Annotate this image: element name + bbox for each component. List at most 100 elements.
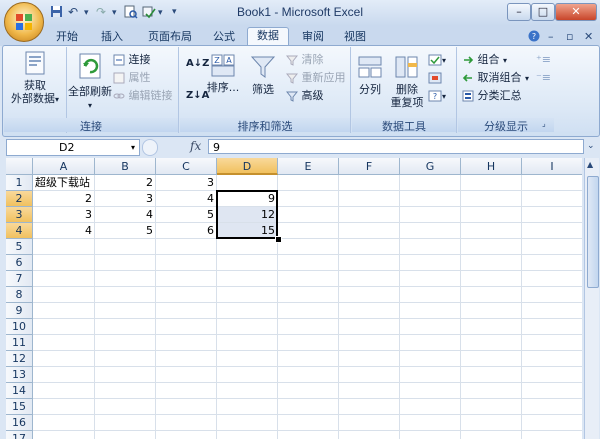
cell-b17[interactable] (95, 431, 156, 439)
cell-e12[interactable] (278, 351, 339, 367)
cell-i15[interactable] (522, 399, 582, 415)
cell-a17[interactable] (33, 431, 95, 439)
cell-h12[interactable] (461, 351, 522, 367)
vertical-scrollbar[interactable]: ▲ (584, 158, 599, 439)
cell-b11[interactable] (95, 335, 156, 351)
consolidate-icon[interactable] (428, 70, 442, 86)
get-external-data-button[interactable]: 获取 外部数据▾ (8, 50, 62, 106)
cell-b3[interactable]: 4 (95, 207, 156, 223)
cell-b9[interactable] (95, 303, 156, 319)
properties-button[interactable]: 属性 (113, 70, 151, 86)
column-header-d[interactable]: D (217, 158, 278, 175)
ribbon-minimize-icon[interactable]: – (548, 30, 554, 43)
cell-g10[interactable] (400, 319, 461, 335)
cell-h14[interactable] (461, 383, 522, 399)
insert-function-button[interactable]: fx (190, 139, 201, 153)
cell-f17[interactable] (339, 431, 400, 439)
cell-a5[interactable] (33, 239, 95, 255)
cell-a2[interactable]: 2 (33, 191, 95, 207)
cell-d16[interactable] (217, 415, 278, 431)
cell-c8[interactable] (156, 287, 217, 303)
cell-i2[interactable] (522, 191, 582, 207)
cell-d12[interactable] (217, 351, 278, 367)
cell-e2[interactable] (278, 191, 339, 207)
restore-button[interactable]: □ (531, 3, 555, 21)
cell-c12[interactable] (156, 351, 217, 367)
cell-i14[interactable] (522, 383, 582, 399)
tab-page-layout[interactable]: 页面布局 (140, 29, 200, 45)
cell-c4[interactable]: 6 (156, 223, 217, 239)
cell-g9[interactable] (400, 303, 461, 319)
row-header-17[interactable]: 17 (6, 431, 33, 439)
cell-e9[interactable] (278, 303, 339, 319)
cell-d9[interactable] (217, 303, 278, 319)
cell-f9[interactable] (339, 303, 400, 319)
cell-h5[interactable] (461, 239, 522, 255)
cell-i11[interactable] (522, 335, 582, 351)
show-detail-icon[interactable]: ⁺≡ (536, 52, 551, 68)
cell-h15[interactable] (461, 399, 522, 415)
cell-c15[interactable] (156, 399, 217, 415)
cell-d11[interactable] (217, 335, 278, 351)
cell-d17[interactable] (217, 431, 278, 439)
cell-f12[interactable] (339, 351, 400, 367)
cell-b13[interactable] (95, 367, 156, 383)
office-button[interactable] (4, 2, 44, 42)
cell-e5[interactable] (278, 239, 339, 255)
cell-f3[interactable] (339, 207, 400, 223)
column-header-g[interactable]: G (400, 158, 461, 175)
cell-h1[interactable] (461, 175, 522, 191)
formula-input[interactable]: 9 (208, 139, 584, 154)
cell-g8[interactable] (400, 287, 461, 303)
cell-h7[interactable] (461, 271, 522, 287)
cell-b2[interactable]: 3 (95, 191, 156, 207)
cell-c16[interactable] (156, 415, 217, 431)
name-box-dropdown-icon[interactable]: ▾ (131, 140, 135, 155)
cell-c7[interactable] (156, 271, 217, 287)
cell-c13[interactable] (156, 367, 217, 383)
subtotal-button[interactable]: 分类汇总 (462, 88, 522, 104)
row-header-4[interactable]: 4 (6, 223, 33, 239)
group-button[interactable]: 组合 ▾ (462, 52, 507, 68)
cell-e8[interactable] (278, 287, 339, 303)
connections-button[interactable]: 连接 (113, 52, 151, 68)
cell-f11[interactable] (339, 335, 400, 351)
cell-h3[interactable] (461, 207, 522, 223)
column-header-e[interactable]: E (278, 158, 339, 175)
cell-g11[interactable] (400, 335, 461, 351)
cell-d8[interactable] (217, 287, 278, 303)
cell-e17[interactable] (278, 431, 339, 439)
cell-g15[interactable] (400, 399, 461, 415)
cell-c6[interactable] (156, 255, 217, 271)
cell-h17[interactable] (461, 431, 522, 439)
refresh-all-button[interactable]: 全部刷新 ▾ (68, 52, 112, 112)
text-to-columns-button[interactable]: 分列 (354, 54, 386, 96)
cell-a16[interactable] (33, 415, 95, 431)
cell-c10[interactable] (156, 319, 217, 335)
row-header-13[interactable]: 13 (6, 367, 33, 383)
what-if-analysis-icon[interactable]: ? ▾ (428, 88, 446, 104)
cell-f16[interactable] (339, 415, 400, 431)
cell-b4[interactable]: 5 (95, 223, 156, 239)
cell-e16[interactable] (278, 415, 339, 431)
cell-e7[interactable] (278, 271, 339, 287)
cell-e4[interactable] (278, 223, 339, 239)
edit-links-button[interactable]: 编辑链接 (113, 88, 173, 104)
cell-c9[interactable] (156, 303, 217, 319)
cell-g14[interactable] (400, 383, 461, 399)
cell-d7[interactable] (217, 271, 278, 287)
cell-b10[interactable] (95, 319, 156, 335)
cell-c5[interactable] (156, 239, 217, 255)
cell-i5[interactable] (522, 239, 582, 255)
row-header-2[interactable]: 2 (6, 191, 33, 207)
filter-button[interactable]: 筛选 (246, 54, 280, 96)
cell-c2[interactable]: 4 (156, 191, 217, 207)
tab-home[interactable]: 开始 (50, 29, 84, 45)
column-header-c[interactable]: C (156, 158, 217, 175)
cell-a6[interactable] (33, 255, 95, 271)
fill-handle[interactable] (275, 236, 282, 243)
name-box[interactable]: D2 ▾ (6, 139, 140, 156)
cell-h2[interactable] (461, 191, 522, 207)
row-header-1[interactable]: 1 (6, 175, 33, 191)
tab-data[interactable]: 数据 (247, 27, 289, 47)
